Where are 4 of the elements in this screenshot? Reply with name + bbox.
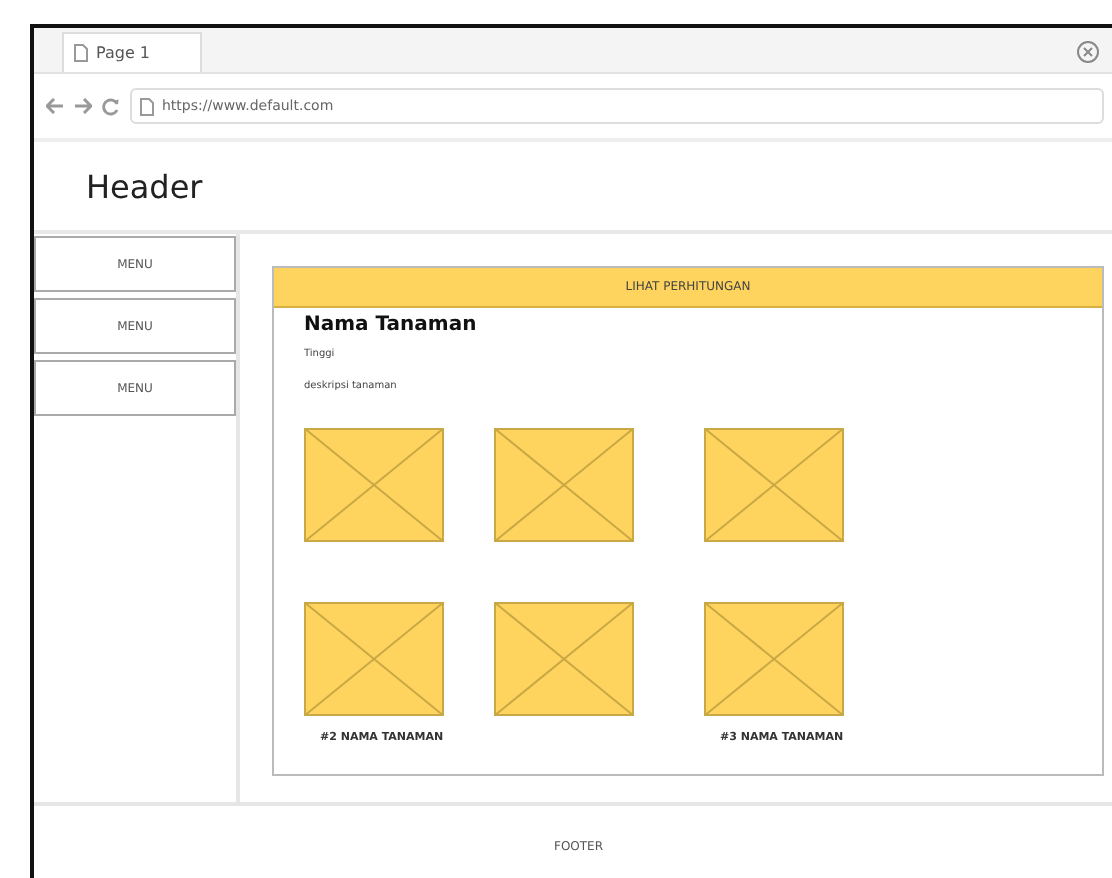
- browser-tab[interactable]: Page 1: [62, 32, 202, 72]
- header-title: Header: [86, 167, 203, 205]
- tab-title: Page 1: [96, 44, 150, 62]
- plant-name-title: Nama Tanaman: [304, 314, 479, 336]
